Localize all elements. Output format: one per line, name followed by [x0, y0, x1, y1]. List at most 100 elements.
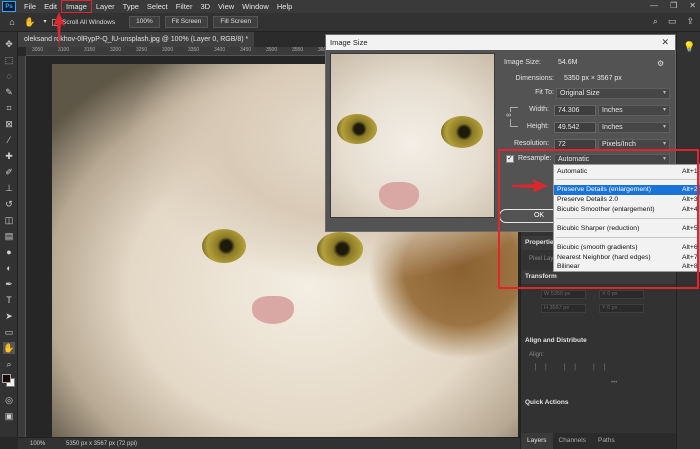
menu-select[interactable]: Select — [143, 1, 172, 12]
width-label: Width: — [529, 106, 549, 113]
cat-eye-right — [317, 232, 363, 266]
menu-window[interactable]: Window — [238, 1, 273, 12]
learn-lightbulb-icon[interactable]: 💡 — [683, 42, 695, 53]
marquee-tool-icon[interactable]: ⬚ — [3, 54, 15, 66]
height-label: Height: — [526, 123, 549, 130]
image-size-value: 54.6M — [558, 59, 578, 66]
annotation-arrow-up-icon — [53, 12, 65, 48]
fill-screen-button[interactable]: Fill Screen — [213, 16, 259, 28]
lasso-tool-icon[interactable]: ◌ — [3, 70, 15, 82]
ruler-tick: 3050 — [32, 47, 44, 53]
tab-channels[interactable]: Channels — [553, 433, 592, 449]
home-icon[interactable]: ⌂ — [6, 16, 18, 28]
hand-tool-icon[interactable]: ✋ — [24, 16, 36, 28]
quick-mask-icon[interactable]: ◎ — [3, 394, 15, 406]
healing-tool-icon[interactable]: ✚ — [3, 150, 15, 162]
brush-tool-icon[interactable]: ✐ — [3, 166, 15, 178]
zoom-100-button[interactable]: 100% — [129, 16, 160, 28]
menu-layer[interactable]: Layer — [92, 1, 119, 12]
transform-y-field[interactable]: Y 0 px — [599, 304, 644, 313]
zoom-tool-icon[interactable]: ⌕ — [3, 358, 15, 370]
quick-actions-header[interactable]: Quick Actions — [521, 396, 677, 410]
dimensions-label: Dimensions: — [515, 75, 554, 82]
width-unit-select[interactable]: Inches ▾ — [598, 105, 670, 116]
fit-to-select[interactable]: Original Size ▾ — [556, 88, 670, 99]
menu-help[interactable]: Help — [273, 1, 296, 12]
menu-file[interactable]: File — [20, 1, 40, 12]
annotation-arrow-right-icon — [512, 179, 548, 193]
cat-eye-left — [202, 229, 246, 263]
ruler-tick: 3550 — [292, 47, 304, 53]
move-tool-icon[interactable]: ✥ — [3, 38, 15, 50]
photoshop-logo[interactable]: Ps — [2, 1, 16, 12]
status-zoom[interactable]: 100% — [30, 441, 58, 447]
fit-to-value: Original Size — [560, 90, 600, 97]
chevron-down-icon[interactable]: ▾ — [42, 16, 48, 28]
width-field[interactable]: 74.306 — [554, 105, 596, 116]
status-dimensions: 5350 px x 3567 px (72 ppi) — [66, 440, 138, 447]
ruler-tick: 3350 — [188, 47, 200, 53]
eyedropper-tool-icon[interactable]: ⁄ — [3, 134, 15, 146]
menu-view[interactable]: View — [214, 1, 238, 12]
hand-tool-active-icon[interactable]: ✋ — [3, 342, 15, 354]
close-icon[interactable]: ✕ — [661, 35, 669, 50]
eraser-tool-icon[interactable]: ◫ — [3, 214, 15, 226]
toolbar: ✥ ⬚ ◌ ✎ ⌗ ⊠ ⁄ ✚ ✐ ⊥ ↺ ◫ ▤ ● ◐ ✒ T ➤ ▭ ✋ … — [0, 32, 18, 437]
ruler-tick: 3150 — [84, 47, 96, 53]
ruler-tick: 3500 — [266, 47, 278, 53]
tab-layers[interactable]: Layers — [521, 433, 553, 449]
fit-screen-button[interactable]: Fit Screen — [164, 16, 209, 28]
history-brush-tool-icon[interactable]: ↺ — [3, 198, 15, 210]
dodge-tool-icon[interactable]: ◐ — [3, 262, 15, 274]
options-right: ⌕ ▭ ⇪ — [653, 16, 694, 27]
gradient-tool-icon[interactable]: ▤ — [3, 230, 15, 242]
menu-edit[interactable]: Edit — [40, 1, 61, 12]
gear-icon[interactable]: ⚙ — [657, 59, 664, 68]
height-unit-select[interactable]: Inches ▾ — [598, 122, 670, 133]
preview-eye-left — [337, 114, 377, 144]
share-icon[interactable]: ⇪ — [686, 16, 694, 27]
crop-tool-icon[interactable]: ⌗ — [3, 102, 15, 114]
foreground-color-swatch[interactable] — [2, 374, 11, 383]
chevron-down-icon: ▾ — [662, 90, 666, 96]
frame-tool-icon[interactable]: ⊠ — [3, 118, 15, 130]
pen-tool-icon[interactable]: ✒ — [3, 278, 15, 290]
scroll-all-windows-label: Scroll All Windows — [62, 18, 116, 26]
tab-paths[interactable]: Paths — [592, 433, 621, 449]
transform-w-field[interactable]: W 5350 px — [541, 290, 586, 299]
restore-icon[interactable]: ❐ — [670, 1, 677, 10]
shape-tool-icon[interactable]: ▭ — [3, 326, 15, 338]
transform-x-field[interactable]: X 0 px — [599, 290, 644, 299]
menu-image[interactable]: Image — [61, 0, 92, 13]
stamp-tool-icon[interactable]: ⊥ — [3, 182, 15, 194]
minimize-icon[interactable]: — — [650, 1, 658, 10]
close-window-icon[interactable]: ✕ — [689, 1, 696, 10]
ruler-tick: 3300 — [162, 47, 174, 53]
dialog-preview[interactable] — [330, 53, 495, 218]
dimensions-value[interactable]: 5350 px × 3567 px — [564, 75, 622, 82]
menu-filter[interactable]: Filter — [172, 1, 197, 12]
workspace-icon[interactable]: ▭ — [668, 16, 677, 27]
quick-select-tool-icon[interactable]: ✎ — [3, 86, 15, 98]
type-tool-icon[interactable]: T — [3, 294, 15, 306]
align-header[interactable]: Align and Distribute — [521, 334, 677, 348]
path-select-tool-icon[interactable]: ➤ — [3, 310, 15, 322]
resolution-label: Resolution: — [513, 140, 549, 147]
constrain-link-icon[interactable]: ∞ — [506, 112, 511, 119]
screen-mode-icon[interactable]: ▣ — [3, 410, 15, 422]
blur-tool-icon[interactable]: ● — [3, 246, 15, 258]
transform-h-field[interactable]: H 3567 px — [541, 304, 586, 313]
preview-nose — [379, 182, 419, 210]
status-bar: 100% 5350 px x 3567 px (72 ppi) — [18, 437, 520, 449]
height-field[interactable]: 49.542 — [554, 122, 596, 133]
ruler-tick: 3450 — [240, 47, 252, 53]
ruler-tick: 3400 — [214, 47, 226, 53]
align-icons[interactable]: ▕▏▕▏▕▏ — [531, 364, 619, 371]
options-bar: ⌂ ✋ ▾ Scroll All Windows 100% Fit Screen… — [0, 13, 700, 32]
more-options-icon[interactable]: ••• — [611, 380, 617, 386]
search-icon[interactable]: ⌕ — [653, 16, 658, 27]
chevron-down-icon: ▾ — [662, 141, 666, 147]
menu-3d[interactable]: 3D — [196, 1, 214, 12]
menu-type[interactable]: Type — [119, 1, 143, 12]
layers-tab-bar: Layers Channels Paths — [521, 433, 677, 449]
